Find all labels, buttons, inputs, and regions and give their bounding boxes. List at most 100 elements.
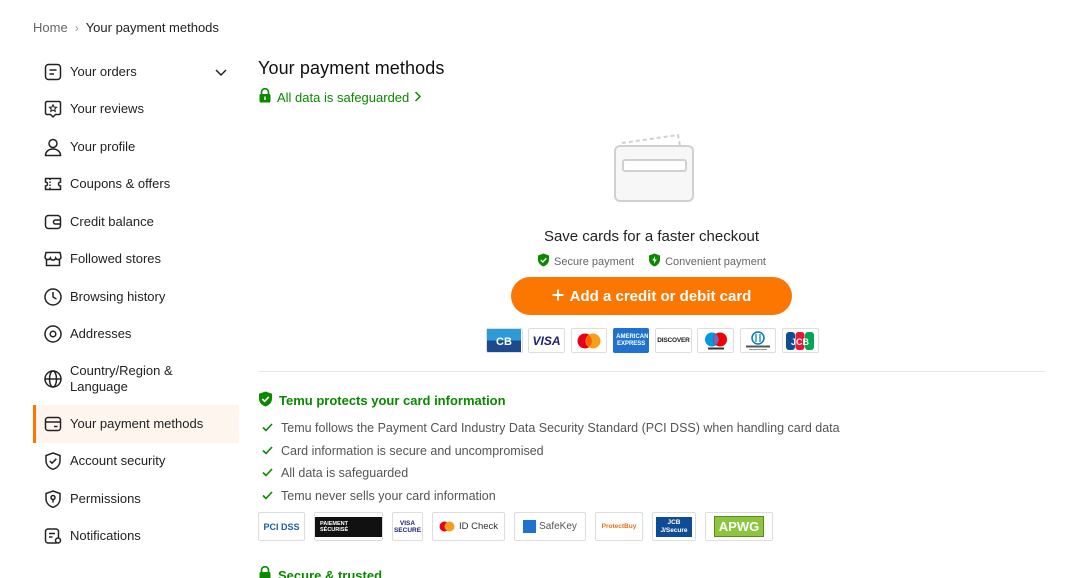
- jcb-jsecure-icon: JCB J/Secure: [652, 512, 696, 541]
- accepted-cards: CB VISA AMERICAN EXPRESS DISCOVER JCB: [486, 328, 819, 353]
- sidebar-item-orders[interactable]: Your orders: [33, 53, 239, 91]
- check-icon: [262, 489, 273, 503]
- list-item-label: All data is safeguarded: [281, 466, 409, 481]
- payment-badges: Secure payment Convenient payment: [258, 253, 1045, 270]
- visa-secure-icon: VISA SECURE: [392, 512, 423, 541]
- list-item-label: Card information is secure and uncomprom…: [281, 443, 544, 458]
- breadcrumb: Home › Your payment methods: [33, 20, 219, 35]
- convenient-payment-badge: Convenient payment: [648, 253, 766, 270]
- sidebar-item-payment-methods[interactable]: Your payment methods: [33, 405, 239, 443]
- sidebar-item-credit-balance[interactable]: Credit balance: [33, 203, 239, 241]
- permission-icon: [42, 488, 64, 510]
- sidebar-item-browsing-history[interactable]: Browsing history: [33, 278, 239, 316]
- visa-card-icon: VISA: [528, 328, 565, 353]
- orders-icon: [42, 61, 64, 83]
- check-icon: [262, 444, 273, 458]
- sidebar-item-label: Country/Region & Language: [70, 363, 173, 394]
- sidebar-item-country-region-language[interactable]: Country/Region & Language: [33, 353, 239, 405]
- list-item: All data is safeguarded: [258, 462, 840, 485]
- sidebar-item-label: Coupons & offers: [70, 176, 171, 192]
- chevron-right-icon: [414, 90, 422, 105]
- sidebar-item-label: Your payment methods: [70, 415, 204, 431]
- discover-card-icon: DISCOVER: [655, 328, 692, 353]
- payment-methods-panel: Your payment methods All data is safegua…: [258, 58, 1045, 578]
- jcb-card-icon: JCB: [782, 328, 819, 353]
- safeguard-link-label: All data is safeguarded: [277, 89, 410, 105]
- sidebar-item-label: Permissions: [70, 490, 141, 506]
- sidebar-item-account-security[interactable]: Account security: [33, 443, 239, 481]
- apwg-label: APWG: [713, 516, 765, 537]
- secure-payment-label: Secure payment: [553, 255, 635, 268]
- amex-card-label: AMERICAN EXPRESS: [616, 333, 649, 347]
- sidebar-item-reviews[interactable]: Your reviews: [33, 91, 239, 129]
- mastercard-icon: [570, 328, 608, 353]
- amex-card-icon: AMERICAN EXPRESS: [612, 328, 650, 353]
- empty-state-title: Save cards for a faster checkout: [543, 228, 760, 245]
- sidebar-item-label: Notifications: [70, 528, 141, 544]
- location-icon: [42, 323, 64, 345]
- amex-safekey-icon: SafeKey: [514, 512, 586, 541]
- protection-title-label: Temu protects your card information: [279, 393, 506, 408]
- chevron-down-icon[interactable]: [215, 64, 227, 79]
- jcb-card-label: JCB: [791, 337, 810, 347]
- paiement-securise-label: PAIEMENT SÉCURISÉ: [315, 516, 382, 537]
- sidebar-item-permissions[interactable]: Permissions: [33, 480, 239, 518]
- cb-card-label: CB: [496, 336, 512, 348]
- add-card-button-label: Add a credit or debit card: [569, 287, 752, 305]
- empty-state: Save cards for a faster checkout Secure …: [258, 130, 1045, 270]
- list-item: Temu never sells your card information: [258, 485, 840, 508]
- breadcrumb-separator: ›: [74, 20, 79, 35]
- sidebar-item-label: Account security: [70, 453, 166, 469]
- sidebar-item-label: Addresses: [70, 326, 132, 342]
- sidebar-item-label: Credit balance: [70, 213, 154, 229]
- card-protection-section: Temu protects your card information Temu…: [258, 391, 840, 541]
- discover-protectbuy-icon: ProtectBuy: [595, 512, 643, 541]
- sidebar-item-profile[interactable]: Your profile: [33, 128, 239, 166]
- section-divider: [258, 371, 1045, 372]
- apwg-icon: APWG: [705, 512, 773, 541]
- breadcrumb-current: Your payment methods: [85, 20, 219, 35]
- clock-icon: [42, 286, 64, 308]
- add-card-button[interactable]: Add a credit or debit card: [511, 277, 792, 315]
- paiement-securise-icon: PAIEMENT SÉCURISÉ: [314, 512, 383, 541]
- list-item: Card information is secure and uncomprom…: [258, 440, 840, 463]
- list-item-label: Temu never sells your card information: [281, 488, 496, 503]
- shield-icon: [42, 450, 64, 472]
- lock-icon: [258, 87, 272, 106]
- coupon-icon: [42, 173, 64, 195]
- sidebar-item-addresses[interactable]: Addresses: [33, 316, 239, 354]
- diners-club-card-icon: [739, 328, 777, 353]
- sidebar-item-label: Your reviews: [70, 101, 144, 117]
- id-check-label: ID Check: [458, 521, 499, 532]
- sidebar-item-label: Your profile: [70, 138, 136, 154]
- list-item: Temu follows the Payment Card Industry D…: [258, 417, 840, 440]
- notification-icon: [42, 525, 64, 547]
- secure-trusted-label: Secure & trusted: [278, 567, 383, 578]
- card-illustration-icon: [258, 130, 1045, 209]
- globe-icon: [42, 368, 64, 390]
- breadcrumb-home-link[interactable]: Home: [33, 20, 68, 35]
- check-icon: [262, 421, 273, 435]
- maestro-card-icon: [697, 328, 734, 353]
- amex-mark-icon: [523, 520, 537, 533]
- page-title: Your payment methods: [258, 58, 445, 78]
- security-certifications: PCI DSS PAIEMENT SÉCURISÉ VISA SECURE ID…: [258, 512, 840, 541]
- protection-checklist: Temu follows the Payment Card Industry D…: [258, 417, 840, 507]
- sidebar-item-coupons[interactable]: Coupons & offers: [33, 166, 239, 204]
- card-icon: [42, 413, 64, 435]
- protectbuy-label: ProtectBuy: [601, 523, 637, 530]
- plus-icon: [552, 288, 564, 305]
- shield-bolt-icon: [648, 253, 661, 270]
- secure-trusted-title: Secure & trusted: [258, 565, 383, 578]
- sidebar-item-followed-stores[interactable]: Followed stores: [33, 241, 239, 279]
- sidebar-item-notifications[interactable]: Notifications: [33, 518, 239, 556]
- safeguard-link[interactable]: All data is safeguarded: [258, 87, 422, 106]
- discover-card-label: DISCOVER: [657, 337, 690, 344]
- store-icon: [42, 248, 64, 270]
- visa-secure-label: VISA SECURE: [393, 519, 422, 534]
- pci-dss-label: PCI DSS: [263, 521, 300, 532]
- profile-icon: [42, 136, 64, 158]
- check-icon: [262, 466, 273, 480]
- shield-check-icon: [537, 253, 550, 270]
- safekey-label: SafeKey: [539, 521, 577, 532]
